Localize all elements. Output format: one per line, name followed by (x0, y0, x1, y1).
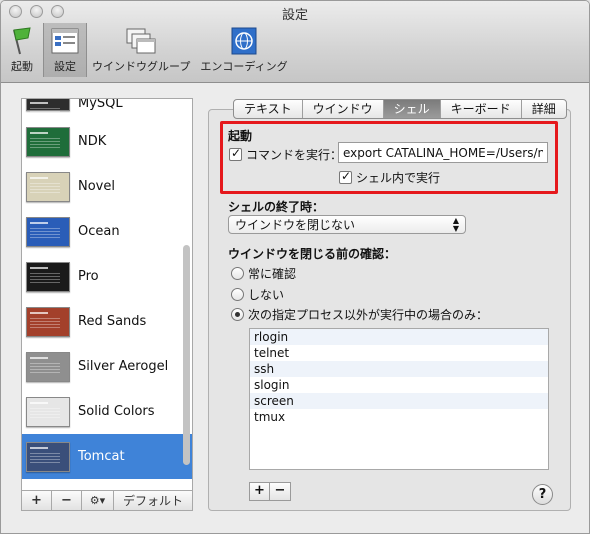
default-profile-button[interactable]: デフォルト (114, 491, 192, 510)
run-in-shell-checkbox[interactable] (339, 169, 352, 184)
shell-exit-label: シェルの終了時： (228, 200, 325, 214)
profile-thumbnail (26, 441, 70, 472)
radio-except-processes-label: 次の指定プロセス以外が実行中の場合のみ： (248, 308, 489, 322)
process-list[interactable]: rlogin telnet ssh slogin screen tmux (249, 328, 549, 470)
profile-thumbnail (26, 216, 70, 247)
popup-arrows-icon: ▲ ▼ (452, 215, 459, 233)
list-item[interactable]: tmux (250, 409, 548, 425)
confirm-option-always[interactable]: 常に確認 (231, 265, 296, 282)
list-item[interactable]: screen (250, 393, 548, 409)
profile-name: Red Sands (78, 314, 147, 329)
title-toolbar: 設定 起動 設定 ウインドウグループ エンコーディング (1, 1, 589, 83)
profile-list[interactable]: MySQL NDK Novel Ocean Pro Red Sands Silv… (21, 98, 193, 491)
shell-exit-select[interactable]: ウインドウを閉じない ▲ ▼ (228, 215, 466, 234)
remove-process-button[interactable]: − (270, 483, 290, 500)
command-input[interactable] (338, 142, 548, 163)
toolbar-window-groups[interactable]: ウインドウグループ (87, 23, 195, 77)
confirm-option-except-processes[interactable]: 次の指定プロセス以外が実行中の場合のみ： (231, 306, 488, 323)
radio-except-processes[interactable] (231, 308, 244, 321)
profile-name: Solid Colors (78, 404, 155, 419)
preferences-window: 設定 起動 設定 ウインドウグループ エンコーディング MySQL NDK No… (0, 0, 590, 534)
tab-text[interactable]: テキスト (234, 100, 303, 118)
profile-thumbnail (26, 306, 70, 337)
startup-section-label: 起動 (228, 129, 253, 143)
run-command-label: コマンドを実行： (246, 148, 343, 162)
profile-thumbnail (26, 171, 70, 202)
profile-item[interactable]: Novel (22, 164, 192, 209)
list-item[interactable]: rlogin (250, 329, 548, 345)
profile-name: NDK (78, 134, 107, 149)
profile-item-selected[interactable]: Tomcat (22, 434, 192, 479)
settings-tabs: テキスト ウインドウ シェル キーボード 詳細 (233, 99, 567, 119)
profile-thumbnail (26, 261, 70, 292)
profile-name: Tomcat (78, 449, 125, 464)
process-list-buttons: + − (249, 482, 291, 501)
profile-thumbnail (26, 396, 70, 427)
radio-always-label: 常に確認 (248, 267, 297, 281)
sidebar-scrollbar[interactable] (183, 245, 190, 465)
profile-name: Ocean (78, 224, 120, 239)
tab-advanced[interactable]: 詳細 (522, 100, 566, 118)
profile-item[interactable]: NDK (22, 119, 192, 164)
toolbar: 起動 設定 ウインドウグループ エンコーディング (1, 23, 293, 81)
add-profile-button[interactable]: + (22, 491, 52, 510)
help-button[interactable]: ? (532, 484, 553, 505)
profile-list-footer: + − ⚙▾ デフォルト (21, 491, 193, 511)
profile-thumbnail (26, 351, 70, 382)
tab-keyboard[interactable]: キーボード (441, 100, 522, 118)
radio-never-label: しない (248, 288, 285, 302)
remove-profile-button[interactable]: − (52, 491, 82, 510)
profile-name: Silver Aerogel (78, 359, 169, 374)
confirm-option-never[interactable]: しない (231, 286, 284, 303)
run-command-checkbox[interactable] (229, 146, 242, 161)
window-group-icon (125, 26, 157, 56)
profile-item[interactable]: MySQL (22, 99, 192, 119)
add-process-button[interactable]: + (250, 483, 270, 500)
tab-shell[interactable]: シェル (383, 100, 441, 118)
profile-item[interactable]: Red Sands (22, 299, 192, 344)
list-item[interactable]: telnet (250, 345, 548, 361)
run-in-shell-label: シェル内で実行 (356, 171, 441, 185)
flag-icon (6, 26, 38, 56)
profile-item[interactable]: Silver Aerogel (22, 344, 192, 389)
radio-never[interactable] (231, 288, 244, 301)
profile-thumbnail (26, 99, 70, 118)
radio-always[interactable] (231, 267, 244, 280)
profile-thumbnail (26, 126, 70, 157)
gear-menu-button[interactable]: ⚙▾ (82, 491, 114, 510)
list-item[interactable]: slogin (250, 377, 548, 393)
close-confirm-label: ウインドウを閉じる前の確認： (228, 247, 397, 261)
profile-name: Novel (78, 179, 115, 194)
list-item[interactable]: ssh (250, 361, 548, 377)
encoding-globe-icon (228, 26, 260, 56)
toolbar-encodings[interactable]: エンコーディング (195, 23, 292, 77)
toolbar-startup[interactable]: 起動 (1, 23, 43, 77)
profile-item[interactable]: Pro (22, 254, 192, 299)
run-command-row: コマンドを実行： (229, 146, 342, 163)
run-in-shell-row: シェル内で実行 (339, 169, 440, 186)
tab-window[interactable]: ウインドウ (303, 100, 384, 118)
profile-item[interactable]: Solid Colors (22, 389, 192, 434)
window-title: 設定 (281, 8, 308, 23)
toolbar-settings[interactable]: 設定 (43, 23, 87, 77)
shell-exit-selected-value: ウインドウを閉じない (235, 218, 356, 232)
profile-name: Pro (78, 269, 99, 284)
settings-window-icon (49, 26, 81, 56)
profile-name: MySQL (78, 98, 123, 111)
profile-item[interactable]: Ocean (22, 209, 192, 254)
